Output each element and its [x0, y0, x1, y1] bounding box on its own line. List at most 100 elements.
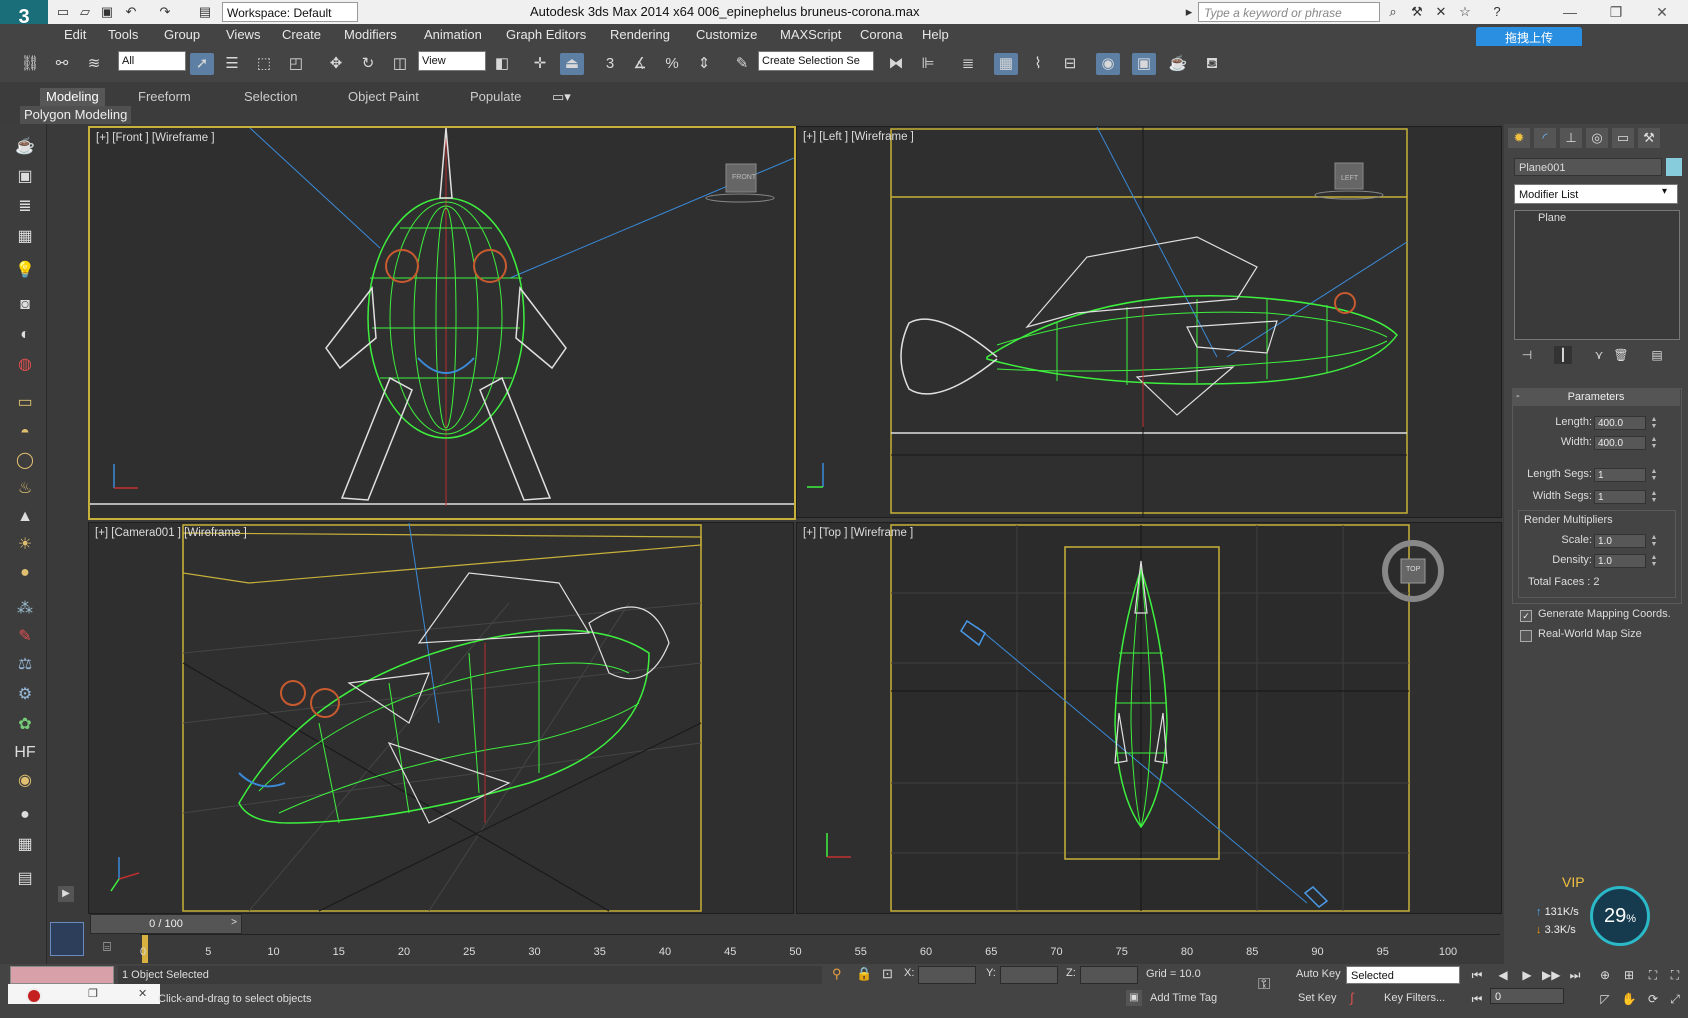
restore-icon[interactable]: ❐: [88, 984, 98, 1004]
viewport-left[interactable]: [+] [Left ] [Wireframe ] LEFT: [796, 126, 1502, 518]
modifier-list-select[interactable]: Modifier List: [1514, 184, 1678, 204]
record-icon[interactable]: [26, 988, 42, 1004]
reference-coord-select[interactable]: View: [418, 51, 486, 71]
scale-input[interactable]: 1.0: [1594, 534, 1646, 548]
remove-modifier-icon[interactable]: 🗑: [1612, 346, 1630, 364]
viewport-top[interactable]: [+] [Top ] [Wireframe ] TOP: [796, 522, 1502, 914]
time-next-arrow-icon[interactable]: >: [226, 914, 242, 932]
scale-spinner-icon[interactable]: ▲ ▼: [1650, 534, 1658, 548]
sun-icon[interactable]: ☀: [14, 534, 36, 556]
orbit-icon[interactable]: ⟳: [1644, 990, 1662, 1008]
render-setup-icon[interactable]: ▣: [1132, 53, 1156, 75]
width-segs-input[interactable]: 1: [1594, 490, 1646, 504]
menu-animation[interactable]: Animation: [424, 27, 482, 42]
select-by-name-icon[interactable]: ☰: [220, 53, 244, 75]
sphere-light-icon[interactable]: ●: [14, 562, 36, 584]
light-lister-icon[interactable]: 💡: [14, 260, 36, 282]
menu-tools[interactable]: Tools: [108, 27, 138, 42]
viewport-front-label[interactable]: [+] [Front ] [Wireframe ]: [96, 132, 215, 144]
scale-icon[interactable]: ◫: [388, 53, 412, 75]
infocenter-arrow-icon[interactable]: ▸: [1180, 3, 1198, 21]
move-icon[interactable]: ✥: [324, 53, 348, 75]
mini-curve-editor-icon[interactable]: ⌸: [96, 936, 118, 958]
polygon-modeling-panel[interactable]: Polygon Modeling: [20, 106, 132, 124]
curve-editor-icon[interactable]: ⌇: [1026, 53, 1050, 75]
isolate-selection-icon[interactable]: ⚲: [832, 966, 842, 982]
modify-tab-icon[interactable]: ◜: [1534, 128, 1556, 148]
maximize-viewport-icon[interactable]: ⤢: [1666, 990, 1684, 1008]
half-sphere-icon[interactable]: ◐: [14, 324, 36, 346]
length-segs-input[interactable]: 1: [1594, 468, 1646, 482]
zoom-extents-all-icon[interactable]: ⛶: [1666, 966, 1684, 984]
generate-mapping-checkbox[interactable]: ✓: [1520, 610, 1532, 622]
parameters-header[interactable]: Parameters: [1512, 388, 1680, 406]
select-manipulate-icon[interactable]: ✛: [528, 53, 552, 75]
viewport-front[interactable]: [+] [Front ] [Wireframe ] FRONT: [88, 126, 796, 520]
time-tag-icon[interactable]: ▣: [1126, 990, 1142, 1006]
teapot-create-icon[interactable]: ♨: [14, 478, 36, 500]
new-file-icon[interactable]: ▭: [54, 3, 72, 21]
menu-rendering[interactable]: Rendering: [610, 27, 670, 42]
collapse-rollout-icon[interactable]: -: [1516, 390, 1520, 402]
viewport-layout-button[interactable]: [50, 922, 84, 956]
goto-start-icon[interactable]: ⏮: [1468, 966, 1486, 984]
bind-spacewarp-icon[interactable]: ≋: [82, 53, 106, 75]
link-icon[interactable]: ⛓: [18, 53, 42, 75]
edit-named-selection-icon[interactable]: ✎: [730, 53, 754, 75]
help-icon[interactable]: ?: [1488, 3, 1506, 21]
viewport-left-label[interactable]: [+] [Left ] [Wireframe ]: [803, 131, 914, 143]
menu-maxscript[interactable]: MAXScript: [780, 27, 841, 42]
show-end-result-icon[interactable]: ┃: [1554, 346, 1572, 364]
maximize-icon[interactable]: ❐: [1596, 0, 1636, 24]
layer-explorer-icon[interactable]: ≣: [956, 53, 980, 75]
length-input[interactable]: 400.0: [1594, 416, 1646, 430]
redo-icon[interactable]: ↷: [156, 3, 174, 21]
menu-group[interactable]: Group: [164, 27, 200, 42]
object-color-swatch[interactable]: [1666, 158, 1682, 176]
key-tangent-icon[interactable]: ∫: [1350, 990, 1354, 1005]
render-production-icon[interactable]: ⛾: [1200, 53, 1224, 75]
communication-icon[interactable]: ✕: [1432, 3, 1450, 21]
make-unique-icon[interactable]: ⋎: [1590, 346, 1608, 364]
binoculars-icon[interactable]: ⌕: [1384, 3, 1402, 21]
workspace-select[interactable]: Workspace: Default: [222, 2, 358, 22]
unlink-icon[interactable]: ⚯: [50, 53, 74, 75]
tab-selection[interactable]: Selection: [244, 88, 297, 106]
density-input[interactable]: 1.0: [1594, 554, 1646, 568]
cone-create-icon[interactable]: ▲: [14, 506, 36, 528]
zoom-icon[interactable]: ⊕: [1596, 966, 1614, 984]
length-segs-spinner-icon[interactable]: ▲ ▼: [1650, 468, 1658, 482]
viewcube-front[interactable]: FRONT: [732, 174, 756, 181]
particles-icon[interactable]: ⁂: [14, 598, 36, 620]
align-icon[interactable]: ⊫: [916, 53, 940, 75]
tab-freeform[interactable]: Freeform: [138, 88, 191, 106]
add-time-tag-button[interactable]: Add Time Tag: [1150, 992, 1217, 1004]
key-filters-button[interactable]: Key Filters...: [1384, 992, 1445, 1004]
ribbon-options-icon[interactable]: ▭▾: [552, 88, 571, 106]
open-file-icon[interactable]: ▱: [76, 3, 94, 21]
expand-arrow-icon[interactable]: ▶: [58, 886, 74, 902]
viewport-camera[interactable]: [+] [Camera001 ] [Wireframe ]: [88, 522, 794, 914]
sphere-material-icon[interactable]: ●: [14, 804, 36, 826]
texture-sphere-icon[interactable]: ◉: [14, 770, 36, 792]
viewcube-top[interactable]: TOP: [1406, 566, 1420, 573]
select-object-icon[interactable]: ➚: [190, 53, 214, 75]
snaps-toggle-icon[interactable]: 3: [598, 53, 622, 75]
display-tab-icon[interactable]: ▭: [1612, 128, 1634, 148]
field-of-view-icon[interactable]: ◸: [1596, 990, 1614, 1008]
sphere-create-icon[interactable]: ◯: [14, 450, 36, 472]
length-spinner-icon[interactable]: ▲ ▼: [1650, 416, 1658, 430]
spinner-snap-icon[interactable]: ⇕: [692, 53, 716, 75]
mirror-icon[interactable]: ⧓: [884, 53, 908, 75]
chevron-down-icon[interactable]: ▾: [1662, 186, 1667, 197]
width-input[interactable]: 400.0: [1594, 436, 1646, 450]
key-icon[interactable]: ⚿: [1258, 976, 1270, 994]
menu-help[interactable]: Help: [922, 27, 949, 42]
rect-selection-icon[interactable]: ⬚: [252, 53, 276, 75]
undo-icon[interactable]: ↶: [122, 3, 140, 21]
render-icon[interactable]: ◍: [14, 354, 36, 376]
z-coord-field[interactable]: [1080, 966, 1138, 984]
zoom-extents-icon[interactable]: ⛶: [1644, 966, 1662, 984]
scene-list-icon[interactable]: ≣: [14, 196, 36, 218]
time-slider[interactable]: 0 / 100: [90, 914, 242, 934]
